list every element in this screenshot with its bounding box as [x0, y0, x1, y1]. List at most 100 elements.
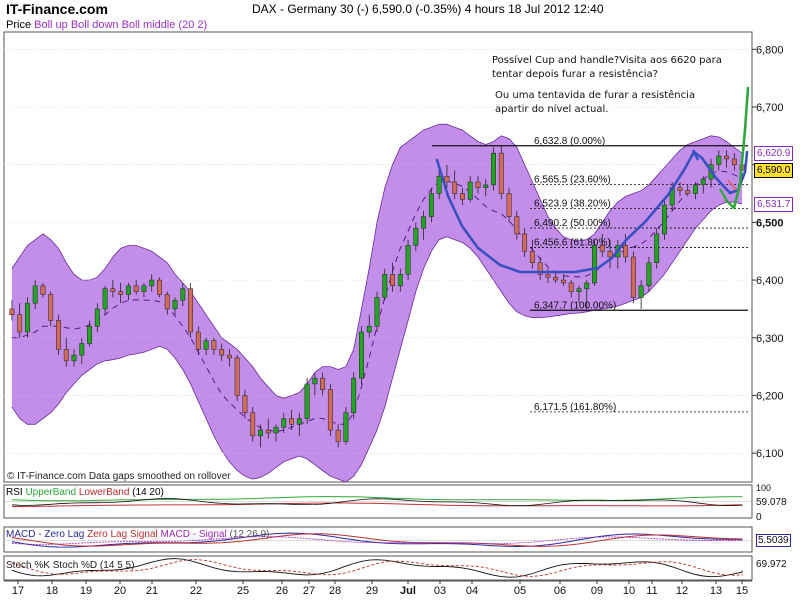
candle-body	[110, 288, 116, 292]
macd-legend: MACD - Zero Lag Zero Lag Signal MACD - S…	[6, 529, 269, 540]
candle-body	[607, 250, 613, 258]
x-tick-label: 09	[591, 585, 603, 597]
fib-label: 6,523.9 (38.20%)	[534, 199, 611, 210]
candle-body	[576, 288, 582, 292]
fib-label: 6,171.5 (161.80%)	[534, 402, 616, 413]
candle-body	[48, 294, 54, 321]
candle-body	[133, 285, 139, 292]
candle-body	[17, 314, 23, 333]
candle-body	[188, 288, 194, 333]
x-tick-label: 28	[329, 585, 341, 597]
y-axis: 6,100 6,200 6,300 6,400 6,500 6,700 6,800	[752, 44, 784, 460]
candle-body	[428, 193, 434, 217]
candle-body	[24, 302, 30, 333]
candle-body	[79, 343, 85, 356]
candle-body	[436, 175, 442, 194]
candle-body	[289, 418, 294, 425]
candle-body	[467, 181, 473, 200]
y-tick-label: 6,800	[756, 44, 784, 56]
x-tick-label: 18	[46, 585, 58, 597]
macd-value: 5.5039	[756, 534, 791, 547]
candle-body	[646, 262, 652, 287]
candle-body	[452, 181, 458, 194]
candle-body	[677, 187, 683, 191]
candle-body	[304, 383, 310, 419]
candle-body	[700, 178, 706, 186]
candle-body	[444, 175, 450, 183]
candle-body	[312, 377, 318, 385]
candle-body	[498, 152, 504, 194]
rsi-legend-prefix: RSI	[6, 487, 23, 498]
candle-body	[522, 233, 528, 252]
candle-body	[693, 184, 698, 194]
candle-body	[219, 349, 225, 356]
y-tick-label: 6,100	[756, 448, 784, 460]
candle-body	[118, 291, 124, 295]
candle-body	[731, 158, 737, 165]
x-tick-label: 25	[237, 585, 249, 597]
candle-body	[203, 340, 209, 350]
candle-body	[211, 340, 217, 350]
fib-label: 6,347.7 (100.00%)	[534, 300, 616, 311]
candle-body	[296, 418, 302, 425]
candle-body	[623, 245, 629, 258]
candle-body	[157, 279, 162, 295]
rsi-legend-lower: LowerBand	[78, 487, 130, 498]
annotation-line-1: Possível Cup and handle?Visita aos 6620 …	[492, 55, 722, 66]
candle-body	[250, 412, 256, 437]
fib-label: 6,490.2 (50.00%)	[534, 218, 611, 229]
candle-body	[599, 245, 605, 252]
x-tick-label: 29	[366, 585, 378, 597]
x-tick-label: 13	[710, 585, 722, 597]
rsi-legend-params: (14 20)	[132, 487, 164, 498]
x-tick-label: Jul	[400, 585, 416, 597]
x-tick-label: 22	[190, 585, 202, 597]
x-tick-label: 10	[623, 585, 635, 597]
candle-body	[164, 294, 170, 310]
candle-body	[545, 274, 551, 278]
candle-body	[460, 193, 465, 200]
y-tick-label: 6,500	[756, 217, 784, 229]
candle-body	[397, 274, 403, 287]
x-tick-label: 12	[676, 585, 688, 597]
candle-body	[638, 285, 644, 298]
fib-label: 6,565.5 (23.60%)	[534, 175, 611, 186]
candle-body	[87, 325, 93, 344]
candle-body	[553, 276, 559, 281]
candle-body	[56, 320, 61, 350]
stoch-legend: Stoch %K Stoch %D (14 5 5)	[6, 560, 135, 571]
candle-body	[374, 297, 380, 327]
candle-body	[180, 288, 186, 301]
x-tick-label: 05	[514, 585, 526, 597]
candle-body	[335, 429, 341, 442]
candle-body	[568, 282, 574, 292]
annotation-line-2: tentar depois furar a resistência?	[492, 69, 658, 80]
candle-body	[273, 426, 279, 434]
x-tick-label: 11	[646, 585, 657, 597]
candle-body	[724, 155, 730, 160]
x-tick-label: 19	[80, 585, 92, 597]
candle-body	[560, 279, 566, 284]
x-tick-label: 27	[303, 585, 315, 597]
macd-legend-c: MACD - Signal	[160, 529, 227, 540]
rsi-value: 59.078	[756, 497, 787, 508]
candle-body	[320, 377, 326, 390]
last-price-marker: 6,590.0	[754, 163, 794, 179]
candle-body	[661, 204, 667, 235]
x-tick-label: 03	[434, 585, 446, 597]
candle-body	[234, 357, 240, 396]
candle-body	[359, 331, 364, 379]
candle-body	[32, 285, 38, 304]
candle-body	[506, 193, 512, 217]
candle-body	[71, 354, 77, 362]
fib-label: 6,456.6 (61.80%)	[534, 237, 611, 248]
candle-body	[475, 181, 481, 189]
lower-band-marker: 6,531.7	[754, 197, 794, 213]
y-tick-label: 6,200	[756, 390, 784, 402]
y-tick-label: 6,700	[756, 102, 784, 114]
macd-legend-b: Zero Lag Signal	[87, 529, 158, 540]
candle-body	[483, 184, 489, 189]
fib-label: 6,632.8 (0.00%)	[534, 136, 605, 147]
candle-body	[529, 250, 535, 264]
candle-body	[390, 274, 395, 287]
